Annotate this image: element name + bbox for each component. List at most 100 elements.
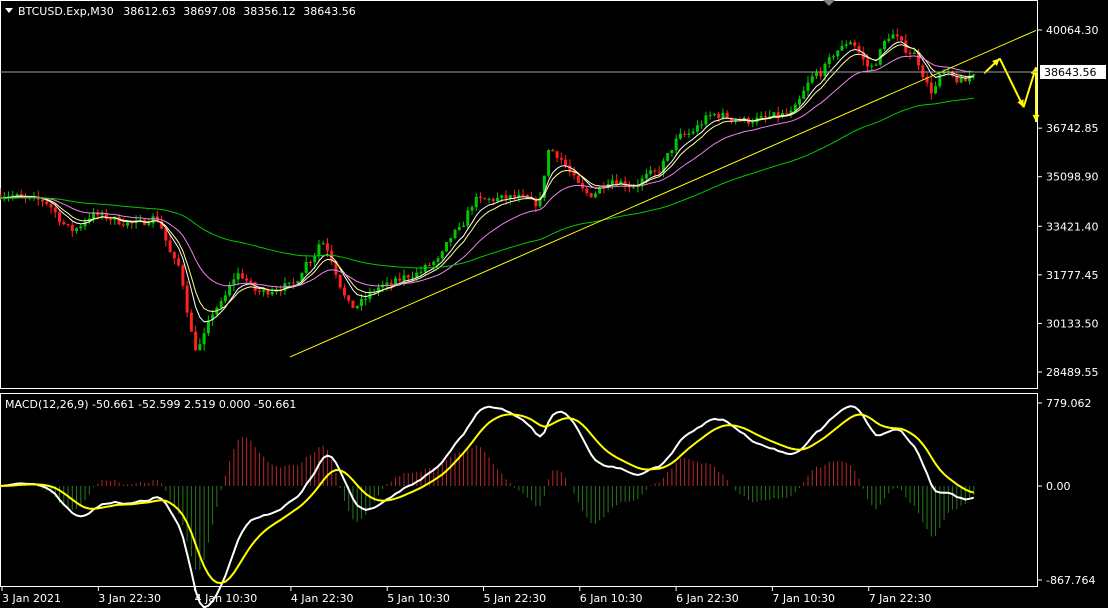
candle-body (827, 57, 831, 64)
candle-body (785, 113, 789, 115)
candle-body (763, 115, 767, 117)
candle-body (487, 198, 491, 200)
candle-body (895, 34, 899, 37)
candle-body (151, 216, 155, 224)
candle-body (83, 221, 87, 227)
time-axis-group: 3 Jan 2021 3 Jan 22:30 4 Jan 10:30 4 Jan 22… (1, 587, 932, 605)
candle-body (457, 226, 461, 230)
candle-body (202, 333, 206, 345)
candle-body (245, 278, 249, 281)
candle-body (793, 104, 797, 111)
candle-body (287, 282, 291, 284)
candle-body (317, 244, 321, 256)
candle-body (41, 199, 45, 202)
macd-indicator-label[interactable]: MACD(12,26,9) -50.661 -52.599 2.519 0.00… (5, 398, 296, 411)
trendline (289, 29, 1037, 358)
candle-body (406, 275, 410, 278)
candle-body (232, 279, 236, 285)
candle-body (521, 194, 525, 196)
candle-body (393, 278, 397, 285)
candle-body (325, 243, 329, 251)
candle-body (555, 151, 559, 158)
candle-body (695, 125, 699, 132)
time-tick-label: 3 Jan 22:30 (98, 592, 161, 605)
candle-body (428, 264, 432, 266)
macd-signal-line (0, 413, 975, 585)
candle-body (687, 133, 691, 135)
candle-body (479, 196, 483, 199)
candle-body (610, 180, 614, 185)
time-tick-label: 5 Jan 10:30 (387, 592, 450, 605)
candle-body (474, 196, 478, 208)
candle-body (147, 223, 151, 225)
candle-body (704, 115, 708, 125)
candle-body (810, 76, 814, 83)
price-tick-label: 28489.55 (1046, 366, 1099, 379)
price-tick-label: 30133.50 (1046, 317, 1099, 330)
candle-body (236, 273, 240, 280)
candle-body (189, 312, 193, 332)
candle-body (45, 201, 49, 204)
candle-body (483, 198, 487, 200)
candle-body (338, 274, 342, 288)
macd-tick-label: 779.062 (1046, 397, 1092, 410)
candle-body (666, 153, 670, 161)
candle-body (751, 122, 755, 124)
candle-body (683, 133, 687, 135)
candle-body (436, 258, 440, 262)
current-price-label: 38643.56 (1044, 66, 1097, 79)
candle-body (453, 229, 457, 239)
trendline-group (289, 29, 1037, 358)
candle-body (432, 261, 436, 266)
candle-body (70, 225, 74, 232)
symbol-label[interactable]: BTCUSD.Exp,M30 (18, 5, 114, 18)
candle-body (219, 301, 223, 308)
candle-body (15, 194, 19, 196)
scroll-marker-icon[interactable] (823, 0, 835, 6)
candle-body (632, 186, 636, 188)
candle-body (58, 212, 62, 223)
candle-body (419, 271, 423, 273)
time-tick-label: 6 Jan 22:30 (676, 592, 739, 605)
chart-svg[interactable]: 40064.30 36742.85 35098.90 33421.40 31777.45… (0, 0, 1108, 608)
candle-body (66, 224, 70, 226)
price-tick-label: 33421.40 (1046, 220, 1099, 233)
candle-body (819, 72, 823, 77)
candle-body (972, 74, 976, 76)
price-tick-label: 31777.45 (1046, 269, 1099, 282)
candle-body (615, 180, 619, 185)
candle-body (814, 72, 818, 77)
candle-body (589, 193, 593, 198)
projection-group (983, 57, 1040, 123)
candles-group (0, 28, 976, 352)
candle-body (117, 216, 121, 225)
candle-body (240, 273, 244, 279)
candle-body (823, 63, 827, 77)
moving-average-line (0, 44, 974, 313)
candle-body (109, 219, 113, 221)
candle-body (712, 114, 716, 116)
time-tick-label: 7 Jan 22:30 (869, 592, 932, 605)
symbol-dropdown-icon[interactable] (5, 8, 13, 13)
candle-body (249, 280, 253, 283)
candle-body (75, 228, 79, 232)
candle-body (198, 344, 202, 351)
candle-body (929, 82, 933, 94)
macd-tick-label: -867.764 (1046, 574, 1095, 587)
candle-body (708, 115, 712, 117)
candle-body (802, 90, 806, 99)
candle-body (500, 195, 504, 198)
candle-body (836, 50, 840, 57)
ohlc-open: 38612.63 (123, 5, 176, 18)
candle-body (644, 173, 648, 179)
time-tick-label: 5 Jan 22:30 (484, 592, 547, 605)
candle-body (347, 295, 351, 301)
candle-body (513, 195, 517, 198)
candle-body (559, 157, 563, 160)
candle-body (223, 295, 227, 302)
candle-body (649, 170, 653, 174)
candle-body (844, 44, 848, 46)
candle-body (908, 52, 912, 54)
candle-body (126, 222, 130, 226)
candle-body (181, 265, 185, 286)
